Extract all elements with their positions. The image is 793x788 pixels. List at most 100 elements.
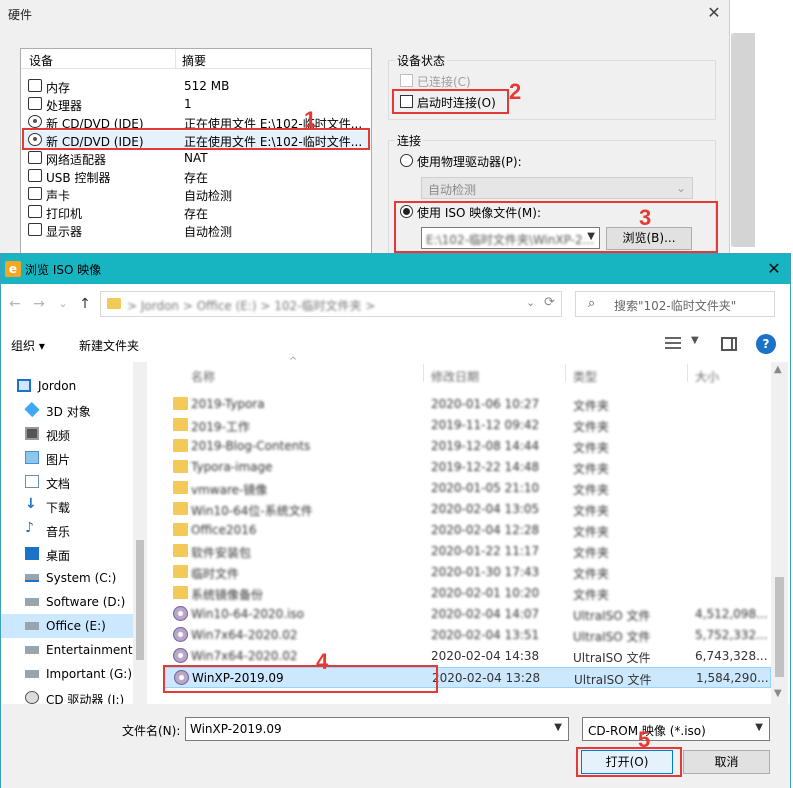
annotation-box-2 — [392, 89, 509, 114]
nav-item-important-g[interactable]: Important (G:) — [1, 662, 133, 686]
chevron-down-icon[interactable]: ▼ — [554, 722, 562, 733]
file-row[interactable]: 2019-工作 2019-11-12 09:42 文件夹 — [163, 415, 771, 436]
file-row[interactable]: Win7x64-2020.02 2020-02-04 13:51 UltraIS… — [163, 625, 771, 646]
connected-label: 已连接(C) — [417, 75, 471, 89]
cd-drive-icon — [25, 691, 39, 704]
cancel-button[interactable]: 取消 — [683, 750, 770, 774]
filetype-select[interactable]: CD-ROM 映像 (*.iso) ▼ — [582, 717, 770, 741]
file-row[interactable]: 系统镜像备份 2020-02-01 10:20 文件夹 — [163, 583, 771, 604]
scroll-down-icon[interactable]: ▼ — [774, 688, 782, 699]
device-row-cpu[interactable]: 处理器 1 — [22, 95, 370, 113]
device-row-printer[interactable]: 打印机 存在 — [22, 203, 370, 221]
file-row[interactable]: vmware-镜像 2020-01-05 21:10 文件夹 — [163, 478, 771, 499]
nav-item-system-c[interactable]: System (C:) — [1, 566, 133, 590]
file-row[interactable]: 2019-Typora 2020-01-06 10:27 文件夹 — [163, 394, 771, 415]
file-row[interactable]: Typora-image 2019-12-22 14:48 文件夹 — [163, 457, 771, 478]
help-button[interactable]: ? — [756, 334, 776, 354]
folder-icon — [173, 544, 188, 557]
device-row-sound[interactable]: 声卡 自动检测 — [22, 185, 370, 203]
device-list-header: 设备 摘要 — [21, 49, 371, 69]
navigation-pane: Jordon 3D 对象 视频 图片 文档 ↓ 下载 ♪ 音乐 桌面 Syste… — [1, 362, 147, 704]
nav-item-documents[interactable]: 文档 — [1, 470, 133, 494]
physical-drive-select[interactable]: 自动检测 ⌄ — [421, 177, 693, 199]
device-name: 内存 — [46, 81, 71, 95]
nav-item-desktop[interactable]: 桌面 — [1, 542, 133, 566]
folder-icon — [173, 397, 188, 410]
file-type: 文件夹 — [573, 504, 610, 518]
physical-drive-radio[interactable] — [400, 154, 413, 167]
navigation-pane-scrollbar[interactable] — [133, 362, 147, 704]
nav-item-3d-objects[interactable]: 3D 对象 — [1, 398, 133, 422]
file-date: 2019-11-12 09:42 — [431, 418, 540, 432]
file-list-scrollbar[interactable]: ▲ ▼ — [771, 362, 788, 704]
hardware-close-button[interactable]: ✕ — [704, 4, 724, 22]
file-date: 2020-02-04 14:38 — [431, 649, 540, 663]
scrollbar-thumb[interactable] — [775, 577, 784, 677]
file-date: 2019-12-08 14:44 — [431, 439, 540, 453]
nav-item-label: Important (G:) — [46, 667, 133, 681]
nav-item-cd-drive-i[interactable]: CD 驱动器 (I:) — [1, 686, 133, 704]
file-type: 文件夹 — [573, 462, 610, 476]
scrollbar-thumb[interactable] — [136, 540, 144, 660]
annotation-number-5: 5 — [638, 727, 651, 752]
file-row[interactable]: 软件安装包 2020-01-22 11:17 文件夹 — [163, 541, 771, 562]
nav-item-video[interactable]: 视频 — [1, 422, 133, 446]
nav-item-entertainment[interactable]: Entertainment ( — [1, 638, 141, 662]
connected-checkbox[interactable] — [400, 74, 413, 87]
search-icon: ⌕ — [588, 296, 596, 311]
date-column-header[interactable]: 修改日期 — [431, 368, 479, 385]
nav-item-software-d[interactable]: Software (D:) — [1, 590, 133, 614]
address-bar[interactable]: > Jordon > Office (E:) > 102-临时文件夹 > ⌄ ⟳ — [100, 291, 562, 317]
file-name: Typora-image — [191, 460, 273, 474]
scroll-up-icon[interactable]: ▲ — [774, 364, 782, 375]
physical-drive-label: 使用物理驱动器(P): — [417, 155, 522, 169]
device-row-display[interactable]: 显示器 自动检测 — [22, 221, 370, 239]
file-type: UltraISO 文件 — [573, 651, 651, 665]
nav-item-office-e[interactable]: Office (E:) — [1, 614, 133, 638]
file-row[interactable]: 2019-Blog-Contents 2019-12-08 14:44 文件夹 — [163, 436, 771, 457]
file-row[interactable]: Win10-64位-系统文件 2020-02-04 13:05 文件夹 — [163, 499, 771, 520]
device-name: 打印机 — [46, 207, 83, 221]
dialog-close-button[interactable]: ✕ — [763, 258, 785, 280]
nav-item-pictures[interactable]: 图片 — [1, 446, 133, 470]
device-column-header: 设备 — [29, 54, 54, 68]
file-row[interactable]: 临时文件 2020-01-30 17:43 文件夹 — [163, 562, 771, 583]
folder-icon — [173, 481, 188, 494]
file-name: 临时文件 — [191, 567, 240, 581]
nav-item-downloads[interactable]: ↓ 下载 — [1, 494, 133, 518]
device-summary: 自动检测 — [184, 189, 233, 203]
view-options-button[interactable]: ▼ — [665, 334, 707, 354]
chevron-down-icon[interactable]: ⌄ — [526, 296, 535, 309]
new-folder-button[interactable]: 新建文件夹 — [79, 337, 139, 354]
up-button[interactable]: ↑ — [77, 296, 93, 312]
preview-pane-icon[interactable] — [721, 337, 737, 351]
file-type: 文件夹 — [573, 399, 610, 413]
file-name: Win7x64-2020.02 — [191, 628, 298, 642]
nav-item-jordon[interactable]: Jordon — [1, 374, 133, 398]
back-button[interactable]: ← — [7, 296, 23, 312]
type-column-header[interactable]: 类型 — [573, 368, 597, 385]
annotation-box-1 — [22, 128, 370, 150]
nav-item-label: Jordon — [38, 379, 77, 393]
device-row-network[interactable]: 网络适配器 NAT — [22, 149, 370, 167]
search-box[interactable]: ⌕ 搜索"102-临时文件夹" — [575, 291, 775, 317]
filename-input[interactable]: WinXP-2019.09 ▼ — [185, 717, 569, 741]
file-row[interactable]: Win7x64-2020.02 2020-02-04 14:38 UltraIS… — [163, 646, 771, 667]
nav-item-music[interactable]: ♪ 音乐 — [1, 518, 133, 542]
recent-locations-button[interactable]: ⌄ — [55, 296, 71, 312]
video-icon — [25, 427, 39, 440]
device-row-usb[interactable]: USB 控制器 存在 — [22, 167, 370, 185]
forward-button[interactable]: → — [31, 296, 47, 312]
device-row-memory[interactable]: 内存 512 MB — [22, 77, 370, 95]
refresh-icon[interactable]: ⟳ — [544, 295, 555, 310]
organize-button[interactable]: 组织 ▾ — [11, 337, 45, 354]
device-name: 处理器 — [46, 99, 83, 113]
file-row[interactable]: Win10-64-2020.iso 2020-02-04 14:07 Ultra… — [163, 604, 771, 625]
name-column-header[interactable]: 名称 — [191, 368, 215, 385]
connection-title: 连接 — [395, 132, 424, 149]
file-type: 文件夹 — [573, 588, 610, 602]
file-size: 1,584,290... — [696, 671, 769, 685]
size-column-header[interactable]: 大小 — [695, 368, 719, 385]
nav-item-label: Entertainment ( — [46, 643, 142, 657]
file-row[interactable]: Office2016 2020-02-04 12:28 文件夹 — [163, 520, 771, 541]
